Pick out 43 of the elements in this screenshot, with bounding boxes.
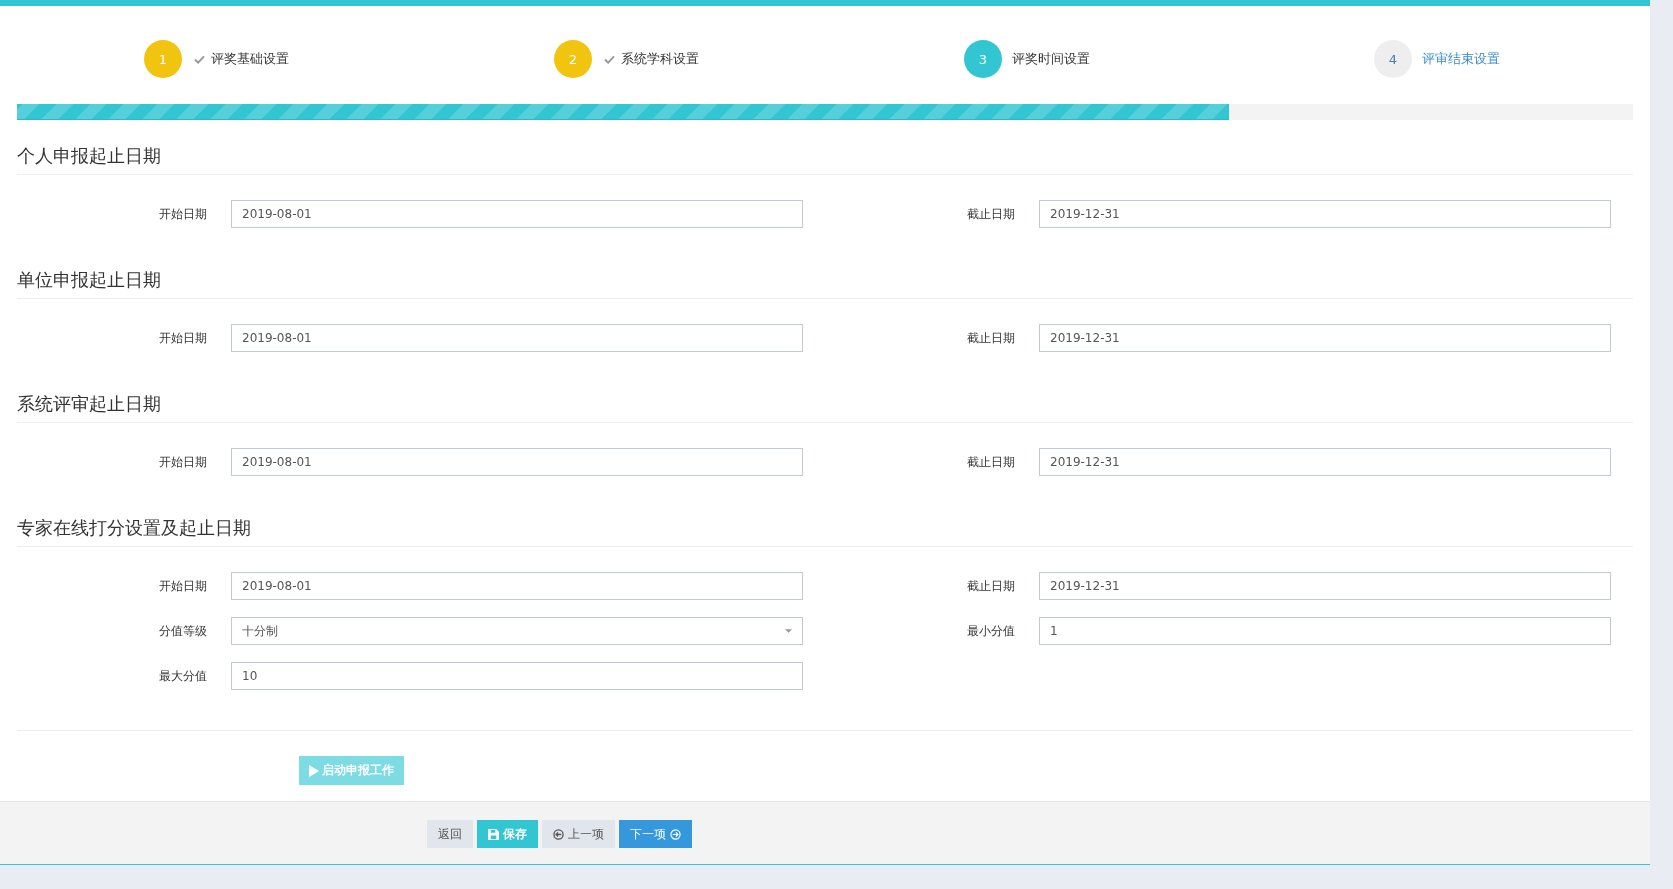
field-label: 分值等级 [158,622,207,640]
input-field[interactable]: 2019-12-31 [1039,448,1611,476]
field-label: 开始日期 [158,205,207,223]
field-label: 截止日期 [966,205,1015,223]
section-heading: 单位申报起止日期 [17,244,1633,299]
step-label[interactable]: 评奖基础设置 [211,50,289,68]
input-field[interactable]: 2019-08-01 [231,572,803,600]
input-field[interactable]: 1 [1039,617,1611,645]
field-label: 截止日期 [966,329,1015,347]
input-field[interactable]: 2019-12-31 [1039,572,1611,600]
input-field[interactable]: 2019-12-31 [1039,200,1611,228]
input-field[interactable]: 2019-12-31 [1039,324,1611,352]
step-number: 4 [1374,40,1412,78]
step-number: 2 [554,40,592,78]
footer-button[interactable]: 上一项 [542,820,615,848]
section-heading: 系统评审起止日期 [17,368,1633,423]
field-label: 截止日期 [966,453,1015,471]
step-label[interactable]: 评审结束设置 [1422,50,1500,68]
check-icon [604,54,615,64]
input-field[interactable]: 2019-08-01 [231,200,803,228]
left-arrow-icon [553,828,564,840]
footer-button[interactable]: 返回 [427,820,473,848]
field-label: 开始日期 [158,329,207,347]
play-icon [309,764,319,777]
step-label[interactable]: 系统学科设置 [621,50,699,68]
save-icon [488,828,499,840]
input-field[interactable]: 2019-08-01 [231,324,803,352]
check-icon [194,54,205,64]
field-label: 截止日期 [966,577,1015,595]
right-arrow-icon [670,828,681,840]
section-heading: 专家在线打分设置及起止日期 [17,492,1633,547]
field-label: 最小分值 [966,622,1015,640]
step-number: 3 [964,40,1002,78]
step-label[interactable]: 评奖时间设置 [1012,50,1090,68]
section-heading: 个人申报起止日期 [17,120,1633,175]
field-label: 开始日期 [158,453,207,471]
select-field[interactable]: 十分制 [231,617,803,645]
field-label: 开始日期 [158,577,207,595]
input-field[interactable]: 2019-08-01 [231,448,803,476]
step-number: 1 [144,40,182,78]
field-label: 最大分值 [158,667,207,685]
input-field[interactable]: 10 [231,662,803,690]
caret-icon [785,629,792,633]
